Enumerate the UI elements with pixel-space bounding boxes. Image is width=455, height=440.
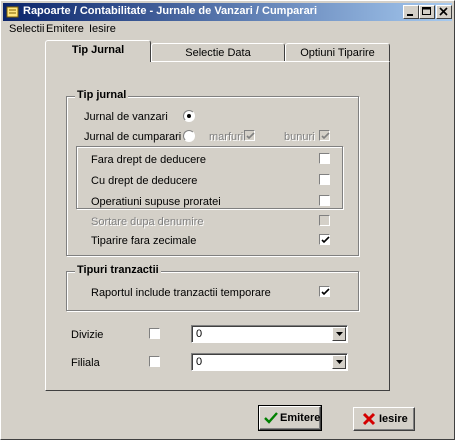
close-x-icon <box>362 412 376 429</box>
fara-drept-label: Fara drept de deducere <box>91 154 206 166</box>
tab-selectie-data[interactable]: Selectie Data <box>151 43 285 63</box>
cu-drept-label: Cu drept de deducere <box>91 175 198 187</box>
tipuri-tranzactii-title: Tipuri tranzactii <box>75 264 161 276</box>
filiala-dropdown-button[interactable] <box>332 355 346 369</box>
menu-bar: Selectii Emitere Iesire <box>3 22 452 38</box>
close-icon <box>439 7 448 16</box>
marfuri-label: marfuri <box>209 131 244 143</box>
chevron-down-icon <box>336 360 343 364</box>
iesire-button[interactable]: Iesire <box>353 407 415 431</box>
emitere-label: Emitere <box>280 412 321 424</box>
filiala-value: 0 <box>196 356 203 368</box>
check-icon <box>246 132 255 140</box>
maximize-button[interactable] <box>419 5 435 19</box>
chevron-down-icon <box>336 332 343 336</box>
proratei-checkbox[interactable] <box>319 195 330 206</box>
menu-selectii[interactable]: Selectii <box>9 23 44 35</box>
check-icon <box>321 236 330 244</box>
check-icon <box>264 411 278 428</box>
title-bar[interactable]: Rapoarte / Contabilitate - Jurnale de Va… <box>3 3 452 21</box>
divizie-checkbox[interactable] <box>149 328 160 339</box>
divizie-dropdown-button[interactable] <box>332 327 346 341</box>
close-button[interactable] <box>436 5 452 19</box>
cu-drept-checkbox[interactable] <box>319 174 330 185</box>
check-icon <box>321 132 330 140</box>
temporare-label: Raportul include tranzactii temporare <box>91 287 271 299</box>
minimize-icon <box>407 14 413 16</box>
fara-drept-checkbox[interactable] <box>319 153 330 164</box>
zecimale-label: Tiparire fara zecimale <box>91 235 197 247</box>
filiala-label: Filiala <box>71 357 100 369</box>
jurnal-cumparari-radio[interactable] <box>183 130 195 142</box>
zecimale-checkbox[interactable] <box>319 234 330 245</box>
radio-dot-icon <box>187 114 191 118</box>
bunuri-label: bunuri <box>284 131 315 143</box>
menu-emitere[interactable]: Emitere <box>46 23 84 35</box>
iesire-label: Iesire <box>379 413 408 425</box>
marfuri-checkbox[interactable] <box>244 130 255 141</box>
divizie-select[interactable]: 0 <box>191 325 348 343</box>
bunuri-checkbox[interactable] <box>319 130 330 141</box>
jurnal-vanzari-radio[interactable] <box>183 110 195 122</box>
divizie-label: Divizie <box>71 329 104 341</box>
app-icon <box>6 5 20 19</box>
tab-optiuni-tiparire[interactable]: Optiuni Tiparire <box>285 43 390 63</box>
check-icon <box>321 288 330 296</box>
sortare-label: Sortare dupa denumire <box>91 216 204 228</box>
divizie-value: 0 <box>196 328 203 340</box>
filiala-select[interactable]: 0 <box>191 353 348 371</box>
temporare-checkbox[interactable] <box>319 286 330 297</box>
proratei-label: Operatiuni supuse proratei <box>91 196 221 208</box>
emitere-button[interactable]: Emitere <box>258 405 322 431</box>
jurnal-cumparari-label: Jurnal de cumparari <box>84 131 182 143</box>
maximize-icon <box>422 7 431 15</box>
sortare-checkbox[interactable] <box>319 215 330 226</box>
minimize-button[interactable] <box>403 5 419 19</box>
window-title: Rapoarte / Contabilitate - Jurnale de Va… <box>23 5 318 17</box>
filiala-checkbox[interactable] <box>149 356 160 367</box>
main-window: Rapoarte / Contabilitate - Jurnale de Va… <box>0 0 455 440</box>
menu-iesire[interactable]: Iesire <box>89 23 116 35</box>
jurnal-vanzari-label: Jurnal de vanzari <box>84 111 168 123</box>
tab-tip-jurnal[interactable]: Tip Jurnal <box>45 40 151 62</box>
tip-jurnal-title: Tip jurnal <box>75 89 129 101</box>
